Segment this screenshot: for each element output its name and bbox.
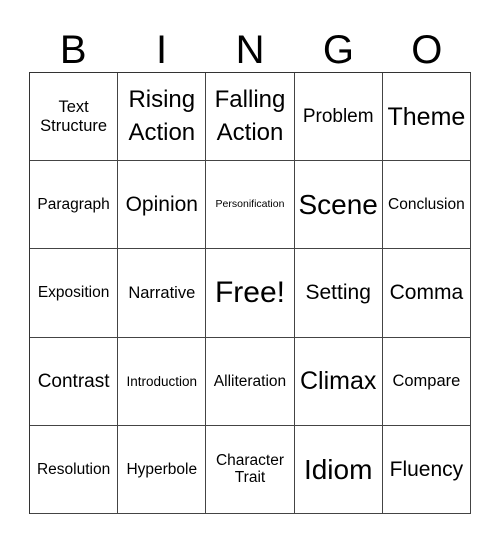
- bingo-cell[interactable]: Narrative: [118, 249, 207, 338]
- header-letter-i: I: [156, 28, 168, 72]
- bingo-cell[interactable]: Rising Action: [118, 73, 207, 162]
- bingo-cell[interactable]: Opinion: [118, 161, 207, 250]
- bingo-cell[interactable]: Exposition: [30, 249, 119, 338]
- bingo-cell[interactable]: Setting: [294, 249, 383, 338]
- header-letter-b: B: [59, 28, 87, 72]
- bingo-cell[interactable]: Character Trait: [206, 425, 295, 514]
- bingo-cell[interactable]: Contrast: [30, 337, 119, 426]
- bingo-grid: Text Structure Rising Action Falling Act…: [29, 72, 471, 514]
- bingo-cell[interactable]: Text Structure: [30, 73, 119, 162]
- bingo-cell[interactable]: Introduction: [118, 337, 207, 426]
- bingo-cell[interactable]: Idiom: [294, 425, 383, 514]
- bingo-cell[interactable]: Theme: [382, 73, 471, 162]
- header-letter-n: N: [235, 28, 265, 72]
- free-space[interactable]: Free!: [206, 249, 295, 338]
- bingo-cell[interactable]: Conclusion: [382, 161, 471, 250]
- header-letter-g: G: [322, 28, 354, 72]
- bingo-cell[interactable]: Problem: [294, 73, 383, 162]
- bingo-cell[interactable]: Falling Action: [206, 73, 295, 162]
- bingo-cell[interactable]: Climax: [294, 337, 383, 426]
- bingo-cell[interactable]: Alliteration: [206, 337, 295, 426]
- bingo-cell[interactable]: Comma: [382, 249, 471, 338]
- bingo-cell[interactable]: Personification: [206, 161, 295, 250]
- bingo-cell[interactable]: Paragraph: [30, 161, 119, 250]
- bingo-header: B I N G O: [29, 28, 471, 72]
- bingo-cell[interactable]: Fluency: [382, 425, 471, 514]
- bingo-cell[interactable]: Resolution: [30, 425, 119, 514]
- bingo-cell[interactable]: Hyperbole: [118, 425, 207, 514]
- bingo-cell[interactable]: Scene: [294, 161, 383, 250]
- bingo-cell[interactable]: Compare: [382, 337, 471, 426]
- header-letter-o: O: [411, 28, 443, 72]
